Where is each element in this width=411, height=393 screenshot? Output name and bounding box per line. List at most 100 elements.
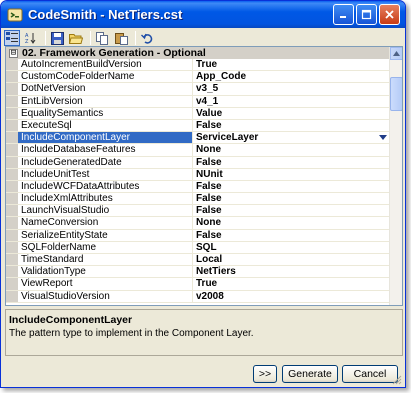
vertical-scrollbar[interactable] (389, 47, 402, 305)
copy-icon[interactable] (94, 30, 110, 46)
property-row[interactable]: IncludeComponentLayer ServiceLayer (6, 132, 390, 145)
property-name[interactable]: IncludeWCFDataAttributes (18, 180, 193, 193)
row-gutter (6, 193, 18, 205)
property-rows: AutoIncrementBuildVersion True CustomCodeF… (6, 59, 390, 303)
property-row[interactable]: IncludeWCFDataAttributes False (6, 180, 390, 194)
property-name[interactable]: AutoIncrementBuildVersion (18, 59, 193, 71)
paste-icon[interactable] (113, 30, 129, 46)
property-value[interactable]: Value (193, 108, 390, 119)
cancel-button[interactable]: Cancel (342, 365, 398, 383)
maximize-button[interactable] (356, 4, 377, 25)
property-value[interactable]: False (193, 230, 390, 241)
property-name[interactable]: ExecuteSql (18, 119, 193, 132)
scroll-up-icon[interactable] (390, 47, 402, 60)
toolbar-separator (135, 31, 136, 45)
property-row[interactable]: IncludeUnitTest NUnit (6, 168, 390, 181)
property-value[interactable]: v2008 (193, 291, 390, 302)
more-button[interactable]: >> (253, 365, 277, 383)
row-gutter (6, 168, 18, 180)
property-name[interactable]: TimeStandard (18, 254, 193, 266)
row-gutter (6, 241, 18, 253)
property-name[interactable]: EqualitySemantics (18, 107, 193, 119)
save-icon[interactable] (49, 30, 65, 46)
property-name[interactable]: LaunchVisualStudio (18, 205, 193, 217)
property-value[interactable]: False (193, 193, 390, 204)
alphabetical-icon[interactable]: A Z (23, 30, 39, 46)
dropdown-chevron-icon[interactable] (377, 132, 389, 144)
resize-grip-icon[interactable] (391, 374, 402, 385)
minimize-button[interactable] (333, 4, 354, 25)
close-button[interactable] (379, 4, 400, 25)
window-title: CodeSmith - NetTiers.cst (28, 7, 183, 22)
property-row[interactable]: IncludeGeneratedDate False (6, 156, 390, 169)
undo-icon[interactable] (139, 30, 155, 46)
property-row[interactable]: SQLFolderName SQL (6, 241, 390, 254)
property-row[interactable]: IncludeXmlAttributes False (6, 193, 390, 206)
property-value[interactable]: None (193, 144, 390, 155)
row-gutter (6, 144, 18, 156)
property-row[interactable]: LaunchVisualStudio False (6, 205, 390, 218)
property-row[interactable]: AutoIncrementBuildVersion True (6, 59, 390, 72)
property-name[interactable]: IncludeXmlAttributes (18, 193, 193, 205)
collapse-icon[interactable]: ⊟ (9, 48, 18, 58)
property-name[interactable]: NameConversion (18, 217, 193, 229)
property-row[interactable]: NameConversion None (6, 217, 390, 230)
toolbar-separator (45, 31, 46, 45)
property-row[interactable]: SerializeEntityState False (6, 229, 390, 242)
category-header[interactable]: ⊟ 02. Framework Generation - Optional (6, 47, 390, 59)
property-row[interactable]: DotNetVersion v3_5 (6, 83, 390, 96)
property-name[interactable]: VisualStudioVersion (18, 290, 193, 302)
toolbar-separator (90, 31, 91, 45)
scrollbar-thumb[interactable] (390, 77, 402, 111)
property-name[interactable]: IncludeUnitTest (18, 168, 193, 180)
row-gutter (6, 217, 18, 229)
property-grid[interactable]: ⊟ 02. Framework Generation - Optional Au… (5, 46, 403, 306)
property-name[interactable]: ValidationType (18, 266, 193, 278)
category-label: 02. Framework Generation - Optional (22, 47, 206, 59)
property-row[interactable]: IncludeDatabaseFeatures None (6, 144, 390, 157)
row-gutter (6, 278, 18, 290)
row-gutter (6, 290, 18, 302)
property-value[interactable]: Local (193, 254, 390, 265)
property-row[interactable]: EqualitySemantics Value (6, 107, 390, 120)
property-value[interactable]: False (193, 157, 390, 168)
property-row[interactable]: ValidationType NetTiers (6, 266, 390, 279)
property-name[interactable]: ViewReport (18, 278, 193, 290)
property-value[interactable]: False (193, 120, 390, 131)
property-name[interactable]: CustomCodeFolderName (18, 71, 193, 83)
property-value[interactable]: False (193, 205, 390, 216)
property-row[interactable]: ViewReport True (6, 278, 390, 291)
property-value[interactable]: False (193, 181, 390, 192)
property-value[interactable]: v3_5 (193, 83, 390, 94)
categorized-icon[interactable] (4, 30, 20, 46)
property-row[interactable]: CustomCodeFolderName App_Code (6, 71, 390, 84)
property-value[interactable]: True (193, 59, 390, 70)
row-gutter (6, 71, 18, 83)
property-row[interactable]: TimeStandard Local (6, 254, 390, 267)
property-value[interactable]: ServiceLayer (193, 132, 390, 143)
property-name[interactable]: SQLFolderName (18, 241, 193, 253)
property-value[interactable]: v4_1 (193, 96, 390, 107)
row-gutter (6, 254, 18, 266)
property-value[interactable]: True (193, 278, 390, 289)
property-value[interactable]: SQL (193, 242, 390, 253)
property-name[interactable]: SerializeEntityState (18, 229, 193, 241)
property-value[interactable]: App_Code (193, 71, 390, 82)
property-row[interactable]: VisualStudioVersion v2008 (6, 290, 390, 303)
title-bar[interactable]: CodeSmith - NetTiers.cst (1, 1, 405, 28)
property-name[interactable]: IncludeComponentLayer (18, 132, 193, 144)
property-row[interactable]: EntLibVersion v4_1 (6, 95, 390, 108)
property-name[interactable]: DotNetVersion (18, 83, 193, 95)
row-gutter (6, 132, 18, 144)
open-icon[interactable] (68, 30, 84, 46)
property-value[interactable]: NUnit (193, 169, 390, 180)
property-value[interactable]: None (193, 217, 390, 228)
codesmith-app-icon (7, 7, 23, 23)
generate-button[interactable]: Generate (282, 365, 338, 383)
property-name[interactable]: EntLibVersion (18, 95, 193, 107)
row-gutter (6, 59, 18, 71)
property-name[interactable]: IncludeGeneratedDate (18, 156, 193, 168)
property-name[interactable]: IncludeDatabaseFeatures (18, 144, 193, 156)
property-row[interactable]: ExecuteSql False (6, 119, 390, 133)
property-value[interactable]: NetTiers (193, 266, 390, 277)
